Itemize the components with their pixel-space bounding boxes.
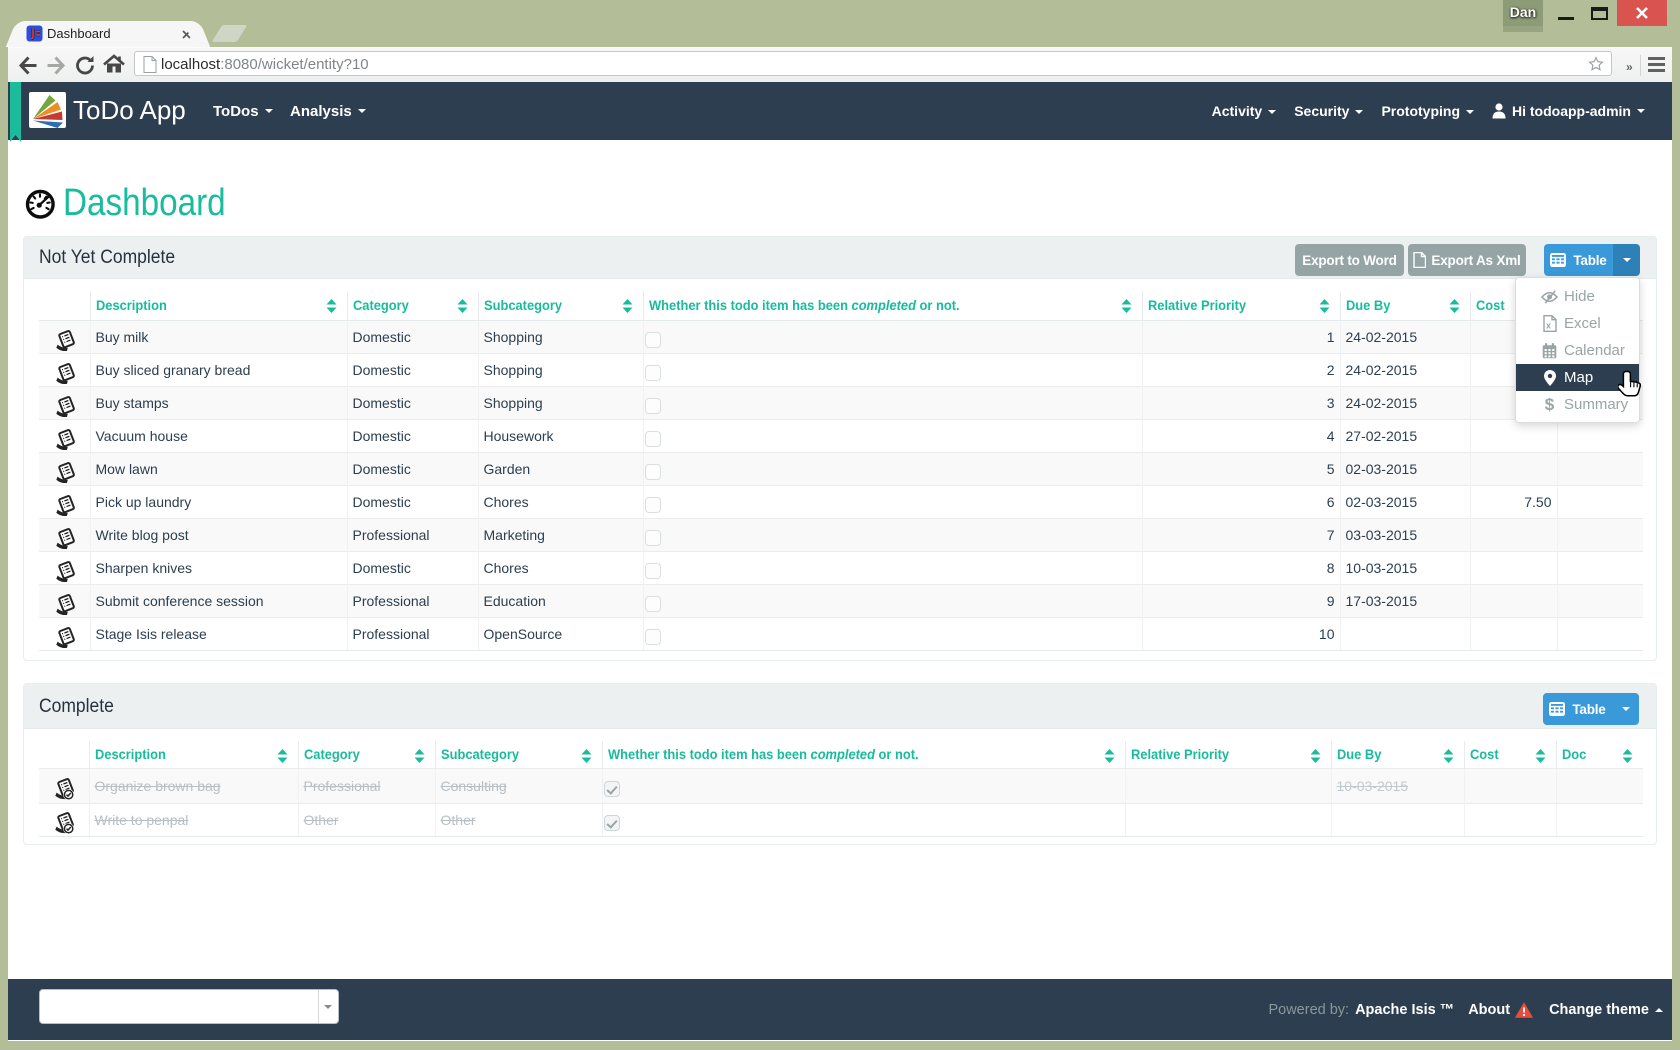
svg-text:x: x xyxy=(1546,321,1551,331)
